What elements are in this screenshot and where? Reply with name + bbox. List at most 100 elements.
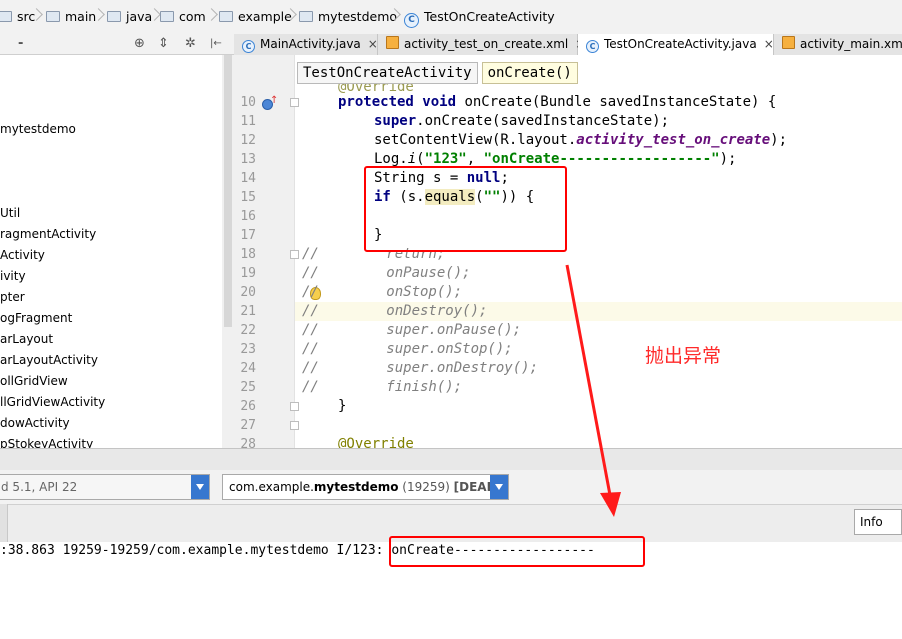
tree-scrollbar-thumb[interactable]: [224, 55, 232, 327]
code-line-22: // super.onPause();: [302, 322, 522, 338]
chevron-right-icon: [390, 6, 399, 28]
line-number: 18: [240, 247, 256, 262]
code-line-24: // super.onDestroy();: [302, 360, 539, 376]
arrow-shaft: [565, 264, 612, 496]
highlight-box-log: [389, 536, 645, 567]
tab-activity-main-xml[interactable]: activity_main.xml: [774, 34, 902, 55]
folder-icon: [219, 11, 233, 22]
line-number: 22: [240, 323, 256, 338]
tree-node[interactable]: llGridViewActivity: [0, 394, 105, 410]
breadcrumb-src[interactable]: src: [0, 9, 35, 25]
line-number: 11: [240, 114, 256, 129]
fold-toggle-icon[interactable]: [290, 402, 299, 411]
collapse-button[interactable]: -: [18, 36, 23, 52]
gear-icon[interactable]: ✲: [185, 36, 196, 52]
line-number: 15: [240, 190, 256, 205]
tree-node[interactable]: pter: [0, 289, 25, 305]
folder-icon: [299, 11, 313, 22]
chevron-right-icon: [150, 6, 159, 28]
breadcrumb-example[interactable]: example: [219, 9, 292, 25]
tree-node[interactable]: ogFragment: [0, 310, 72, 326]
tab-activity-test-on-create-xml[interactable]: activity_test_on_create.xml×: [378, 34, 585, 55]
code-line-26: }: [338, 398, 347, 414]
line-number: 19: [240, 266, 256, 281]
fold-toggle-icon[interactable]: [290, 250, 299, 259]
line-number: 13: [240, 152, 256, 167]
tree-node[interactable]: ivity: [0, 268, 26, 284]
annotation-label: 抛出异常: [645, 345, 722, 367]
line-number: 20: [240, 285, 256, 300]
arrow-up-icon: ↑: [270, 95, 279, 106]
folder-icon: [160, 11, 174, 22]
line-number: 27: [240, 418, 256, 433]
log-level-select[interactable]: Info: [854, 509, 902, 535]
tree-node[interactable]: Util: [0, 205, 20, 221]
locate-target-icon[interactable]: ⊕: [134, 36, 145, 52]
tree-node[interactable]: pStokeyActivity: [0, 436, 93, 448]
process-selector[interactable]: com.example.mytestdemo (19259) [DEAD]: [222, 474, 509, 500]
xml-file-icon: [782, 36, 795, 49]
chevron-right-icon: [94, 6, 103, 28]
close-icon[interactable]: ×: [764, 37, 774, 51]
split-icon[interactable]: ⇕: [158, 36, 169, 52]
code-line-20: // onStop();: [302, 284, 463, 300]
project-panel-toolbar: - ⊕ ⇕ ✲ |←: [0, 34, 234, 55]
navigation-breadcrumb-bar: src main java com example mytestdemo C Te…: [0, 0, 902, 35]
folder-icon: [107, 11, 121, 22]
tree-node[interactable]: Activity: [0, 247, 45, 263]
line-number: 17: [240, 228, 256, 243]
chevron-right-icon: [207, 6, 216, 28]
tree-node[interactable]: arLayout: [0, 331, 53, 347]
arrow-head: [600, 492, 621, 517]
project-tree: mytestdemo Util ragmentActivity Activity…: [0, 55, 222, 448]
xml-file-icon: [386, 36, 399, 49]
breadcrumb-main[interactable]: main: [46, 9, 96, 25]
line-number: 25: [240, 380, 256, 395]
device-selector[interactable]: d 5.1, API 22: [0, 474, 210, 500]
editor-breadcrumb: TestOnCreateActivity onCreate(): [297, 62, 578, 84]
class-icon: C: [404, 13, 419, 28]
hide-panel-icon[interactable]: |←: [210, 36, 222, 52]
tree-node[interactable]: dowActivity: [0, 415, 70, 431]
editor-tab-bar: C MainActivity.java × activity_test_on_cre…: [234, 34, 902, 56]
chevron-right-icon: [286, 6, 295, 28]
code-line-11: super.onCreate(savedInstanceState);: [374, 113, 670, 129]
tree-node[interactable]: ragmentActivity: [0, 226, 96, 242]
class-icon: C: [586, 40, 599, 53]
chevron-right-icon: [32, 6, 41, 28]
highlight-box-code: [364, 166, 567, 252]
folder-icon: [0, 11, 12, 22]
dropdown-arrow-icon: [490, 475, 508, 499]
line-number: 12: [240, 133, 256, 148]
fold-toggle-icon[interactable]: [290, 98, 299, 107]
annotation-arrow: [565, 264, 621, 517]
line-number: 10: [240, 95, 256, 110]
folder-icon: [46, 11, 60, 22]
line-number: 16: [240, 209, 256, 224]
code-line-19: // onPause();: [302, 265, 471, 281]
dropdown-arrow-icon: [191, 475, 209, 499]
line-number: 23: [240, 342, 256, 357]
code-line-25: // finish();: [302, 379, 463, 395]
logcat-side-strip: [0, 504, 8, 542]
tree-node[interactable]: ollGridView: [0, 373, 68, 389]
breadcrumb-com[interactable]: com: [160, 9, 206, 25]
line-number: 26: [240, 399, 256, 414]
breadcrumb-mytestdemo[interactable]: mytestdemo: [299, 9, 397, 25]
code-line-21: // onDestroy();: [302, 303, 488, 319]
editor-breadcrumb-class[interactable]: TestOnCreateActivity: [297, 62, 478, 84]
class-icon: C: [242, 40, 255, 53]
tree-node[interactable]: arLayoutActivity: [0, 352, 98, 368]
close-icon[interactable]: ×: [368, 37, 378, 51]
tab-testoncreateactivity-java[interactable]: C TestOnCreateActivity.java ×: [578, 34, 774, 55]
breadcrumb-java[interactable]: java: [107, 9, 152, 25]
code-line-23: // super.onStop();: [302, 341, 513, 357]
breadcrumb-testoncreateactivity[interactable]: C TestOnCreateActivity: [404, 9, 555, 28]
tab-mainactivity-java[interactable]: C MainActivity.java ×: [234, 34, 378, 55]
fold-toggle-icon[interactable]: [290, 421, 299, 430]
code-line-10: protected void onCreate(Bundle savedInst…: [338, 94, 777, 110]
tree-node[interactable]: mytestdemo: [0, 121, 76, 137]
editor-breadcrumb-method[interactable]: onCreate(): [481, 62, 578, 84]
tool-window-divider: [0, 448, 902, 471]
code-line-12: setContentView(R.layout.activity_test_on…: [374, 132, 788, 148]
